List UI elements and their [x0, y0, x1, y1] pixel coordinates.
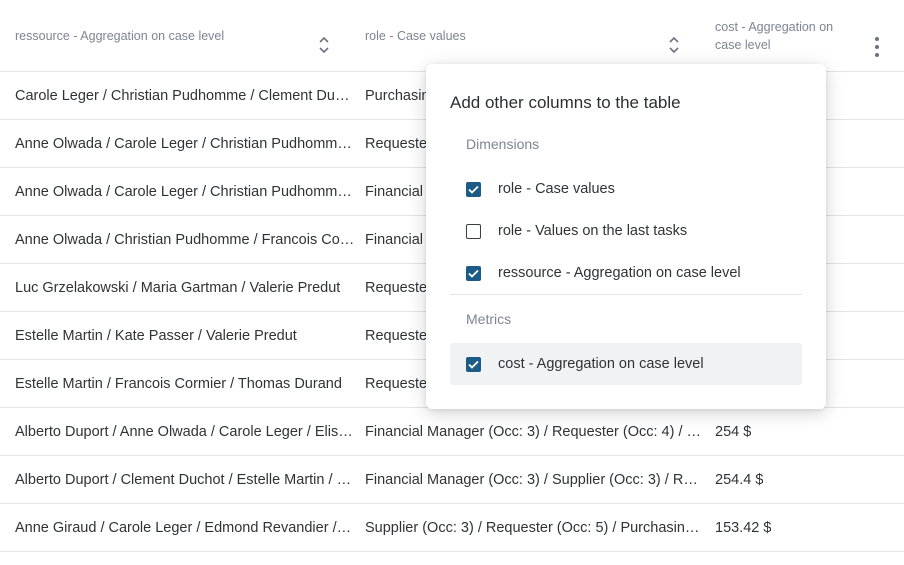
- option-label: ressource - Aggregation on case level: [498, 265, 741, 281]
- option-label: role - Values on the last tasks: [498, 223, 688, 239]
- dimensions-section-label: Dimensions: [466, 136, 540, 152]
- cell-resource: Carole Leger / Christian Pudhomme / Clem…: [15, 87, 355, 104]
- checkbox-unchecked[interactable]: [466, 223, 481, 239]
- cell-resource: Luc Grzelakowski / Maria Gartman / Valer…: [15, 279, 341, 296]
- cell-resource: Anne Giraud / Carole Leger / Edmond Reva…: [15, 519, 355, 536]
- column-header-label: cost - Aggregation on case level: [715, 20, 834, 52]
- sort-icon[interactable]: [668, 34, 680, 56]
- checkbox-checked[interactable]: [466, 181, 481, 197]
- cell-resource: Estelle Martin / Francois Cormier / Thom…: [15, 375, 342, 392]
- cell-role: Financial Manager (Occ: 3) / Supplier (O…: [365, 471, 705, 488]
- cell-resource: Alberto Duport / Anne Olwada / Carole Le…: [15, 423, 355, 440]
- cell-cost: 153.42 $: [715, 519, 772, 536]
- column-header-role[interactable]: role - Case values: [365, 0, 685, 72]
- option-label: role - Case values: [498, 181, 615, 197]
- option-cost-aggregation[interactable]: cost - Aggregation on case level: [450, 343, 802, 385]
- section-divider: [450, 294, 802, 295]
- checkbox-checked[interactable]: [466, 356, 481, 372]
- sort-icon[interactable]: [318, 34, 330, 56]
- check-icon: [468, 360, 479, 369]
- cell-role: Financial Manager (Occ: 3) / Requester (…: [365, 423, 705, 440]
- check-icon: [468, 185, 479, 194]
- cell-resource: Alberto Duport / Clement Duchot / Estell…: [15, 471, 355, 488]
- checkbox-checked[interactable]: [466, 265, 481, 281]
- option-role-case-values[interactable]: role - Case values: [450, 168, 802, 210]
- cell-resource: Anne Olwada / Carole Leger / Christian P…: [15, 135, 355, 152]
- option-role-last-tasks[interactable]: role - Values on the last tasks: [450, 210, 802, 252]
- cell-resource: Estelle Martin / Kate Passer / Valerie P…: [15, 327, 297, 344]
- column-header-ressource[interactable]: ressource - Aggregation on case level: [15, 0, 335, 72]
- table-row[interactable]: Anne Giraud / Carole Leger / Edmond Reva…: [0, 504, 904, 552]
- kebab-menu-icon[interactable]: [871, 37, 883, 57]
- table-row[interactable]: Alberto Duport / Anne Olwada / Carole Le…: [0, 408, 904, 456]
- column-header-label: ressource - Aggregation on case level: [15, 29, 225, 43]
- table-row[interactable]: Alberto Duport / Clement Duchot / Estell…: [0, 456, 904, 504]
- option-label: cost - Aggregation on case level: [498, 356, 704, 372]
- check-icon: [468, 269, 479, 278]
- popup-title: Add other columns to the table: [450, 93, 681, 112]
- column-header-cost[interactable]: cost - Aggregation on case level: [715, 0, 855, 72]
- cell-resource: Anne Olwada / Christian Pudhomme / Franc…: [15, 231, 355, 248]
- cell-role: Supplier (Occ: 3) / Requester (Occ: 5) /…: [365, 519, 705, 536]
- option-ressource-aggregation[interactable]: ressource - Aggregation on case level: [450, 252, 802, 294]
- column-header-label: role - Case values: [365, 29, 466, 43]
- cell-cost: 254 $: [715, 423, 752, 440]
- table-header: ressource - Aggregation on case level ro…: [0, 0, 904, 72]
- add-columns-popup: Add other columns to the table Dimension…: [426, 64, 826, 409]
- cell-cost: 254.4 $: [715, 471, 764, 488]
- cell-resource: Anne Olwada / Carole Leger / Christian P…: [15, 183, 355, 200]
- metrics-section-label: Metrics: [466, 311, 512, 327]
